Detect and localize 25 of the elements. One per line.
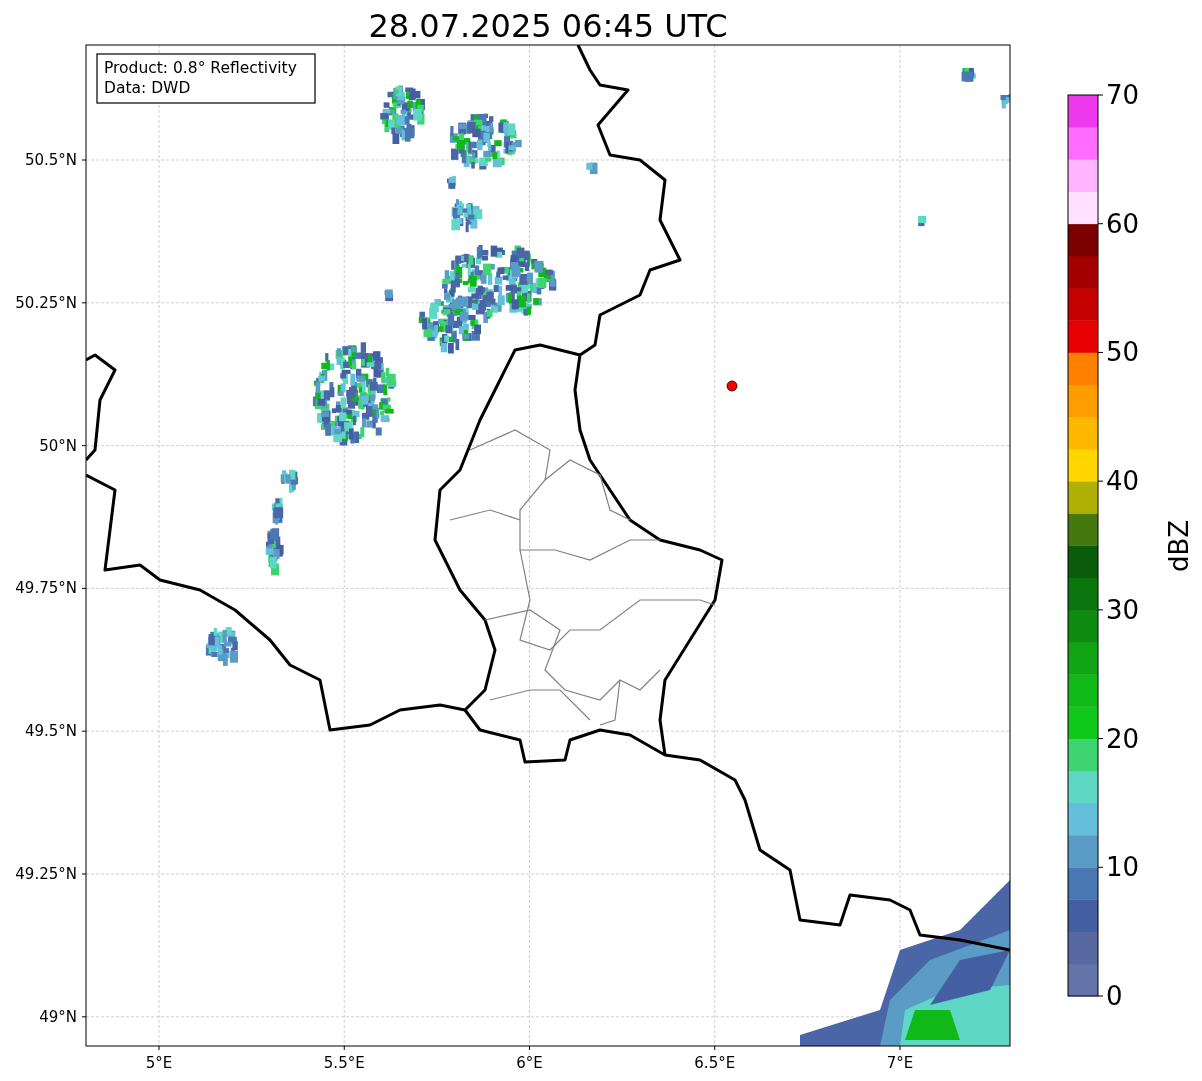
latitude-label: 49.75°N bbox=[15, 579, 77, 598]
latitude-label: 50°N bbox=[39, 436, 77, 455]
latitude-label: 50.5°N bbox=[24, 151, 77, 169]
colorbar-label: 40 bbox=[1106, 466, 1140, 497]
colorbar-label: 50 bbox=[1106, 337, 1140, 368]
longitude-label: 5°E bbox=[145, 1054, 173, 1072]
legend-text: Data: DWD bbox=[104, 79, 191, 97]
latitude-label: 50.25°N bbox=[15, 293, 77, 312]
colorbar-label: 70 bbox=[1106, 80, 1140, 110]
chart-title: 28.07.2025 06:45 UTC bbox=[368, 7, 728, 45]
latitude-label: 49.25°N bbox=[15, 865, 77, 883]
colorbar-label: 60 bbox=[1106, 208, 1140, 239]
colorbar-label: 20 bbox=[1106, 723, 1140, 754]
colorbar-label: 0 bbox=[1106, 981, 1123, 1011]
colorbar-title: dBZ bbox=[1164, 519, 1194, 573]
longitude-label: 6°E bbox=[516, 1054, 543, 1072]
longitude-label: 7°E bbox=[886, 1054, 914, 1072]
legend-text: Product: 0.8° Reflectivity bbox=[104, 59, 297, 77]
station-marker bbox=[726, 380, 738, 392]
colorbar-label: 30 bbox=[1106, 594, 1140, 625]
latitude-label: 49°N bbox=[39, 1007, 77, 1026]
colorbar-label: 10 bbox=[1106, 852, 1140, 883]
latitude-label: 49.5°N bbox=[24, 722, 77, 741]
longitude-label: 6.5°E bbox=[694, 1054, 736, 1072]
longitude-label: 5.5°E bbox=[323, 1054, 365, 1072]
